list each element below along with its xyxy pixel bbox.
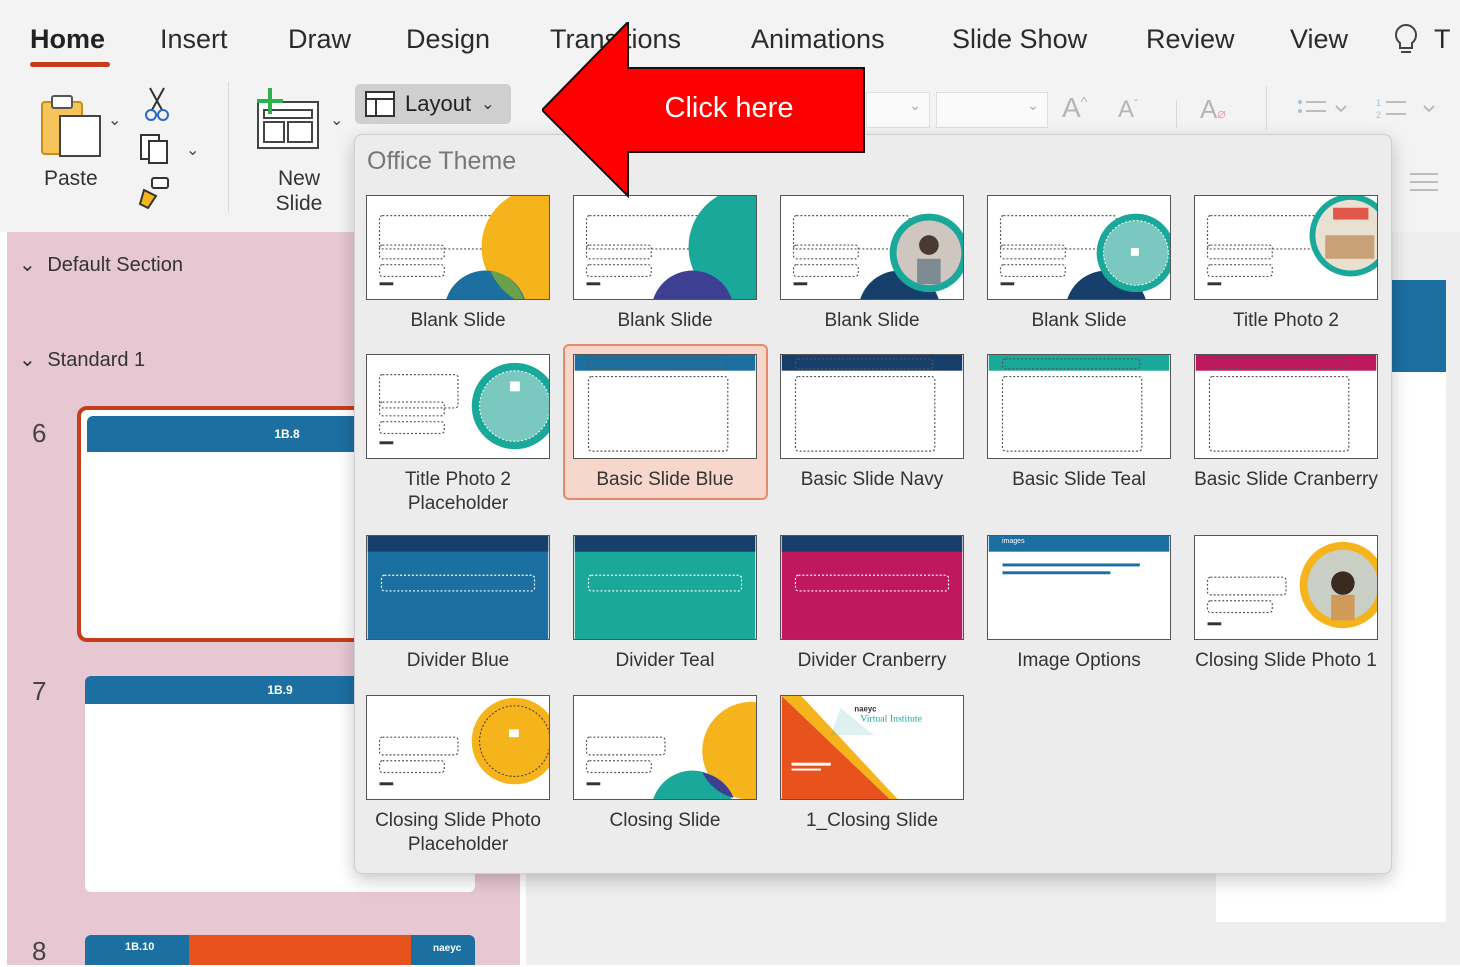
format-painter-icon[interactable] [138, 176, 172, 217]
layout-icon [365, 91, 395, 117]
slide-number: 7 [32, 676, 47, 706]
layout-thumbnail [366, 695, 550, 800]
layout-thumbnail [1194, 195, 1378, 300]
layout-thumbnail [987, 354, 1171, 459]
layout-name: Divider Cranberry [797, 650, 947, 671]
align-icon[interactable] [1408, 170, 1440, 203]
slide-number: 6 [32, 418, 47, 448]
layout-thumbnail [780, 354, 964, 459]
decrease-font-icon[interactable]: Aˇ [1118, 96, 1138, 124]
image-options-header: images [1002, 538, 1025, 545]
layout-thumbnail: naeyc Virtual Institute [780, 695, 964, 800]
layout-name: Blank Slide [410, 310, 506, 331]
tab-design[interactable]: Design [406, 24, 490, 55]
section-label: Default Section [47, 254, 183, 276]
slide-tag: 1B.10 [125, 941, 155, 953]
svg-text:1: 1 [1376, 98, 1381, 108]
layout-thumbnail [366, 354, 550, 459]
tell-me-label[interactable]: T [1434, 24, 1451, 55]
brand-naeyc: naeyc [854, 705, 877, 714]
tab-draw[interactable]: Draw [288, 24, 351, 55]
layout-thumbnail [573, 695, 757, 800]
numbering-icon[interactable]: 12 [1376, 96, 1440, 131]
chevron-down-icon: ⌄ [19, 349, 36, 371]
gallery-title: Office Theme [367, 147, 517, 175]
layout-gallery-panel: Office Theme Blank Slide Blank Slide Blank… [354, 134, 1392, 874]
section-standard[interactable]: ⌄ Standard 1 [19, 347, 145, 372]
layout-button[interactable]: Layout ⌄ [355, 84, 511, 124]
layout-thumbnail [780, 535, 964, 640]
tab-home[interactable]: Home [30, 24, 105, 55]
cut-icon[interactable] [142, 86, 172, 127]
brand-label: naeyc [433, 943, 462, 954]
tab-view[interactable]: View [1290, 24, 1348, 55]
increase-font-icon[interactable]: A^ [1062, 92, 1087, 124]
layout-name: Blank Slide [617, 310, 713, 331]
tab-slide-show[interactable]: Slide Show [952, 24, 1087, 55]
active-tab-underline [30, 62, 110, 67]
paste-label[interactable]: Paste [44, 166, 98, 191]
slide-number: 8 [32, 936, 47, 966]
layout-thumbnail [1194, 354, 1378, 459]
layout-thumbnail [573, 535, 757, 640]
ribbon-separator [1266, 86, 1267, 130]
layout-thumbnail [573, 195, 757, 300]
layout-thumbnail [1194, 535, 1378, 640]
layout-name: Blank Slide [824, 310, 920, 331]
layout-thumbnail [366, 535, 550, 640]
ribbon-separator [1176, 100, 1177, 128]
slide-thumbnail-8[interactable]: 1B.10 naeyc [85, 935, 475, 965]
font-size-dropdown[interactable]: ⌄ [936, 92, 1048, 128]
new-slide-icon[interactable] [252, 88, 322, 159]
lightbulb-icon[interactable] [1392, 22, 1420, 63]
bullets-icon[interactable] [1296, 96, 1356, 131]
layout-label: Layout [405, 91, 472, 116]
paste-icon[interactable] [38, 92, 104, 167]
section-label: Standard 1 [47, 349, 146, 371]
layout-name: Basic Slide Teal [1012, 469, 1146, 490]
layout-name: Closing Slide Photo Placeholder [375, 810, 541, 855]
layout-name: Image Options [1017, 650, 1141, 671]
paste-chevron-icon[interactable]: ⌄ [108, 110, 121, 130]
tab-insert[interactable]: Insert [160, 24, 228, 55]
layout-name: Title Photo 2 [1233, 310, 1339, 331]
new-slide-chevron-icon[interactable]: ⌄ [330, 110, 343, 130]
layout-name: Title Photo 2 Placeholder [405, 469, 511, 514]
click-here-label: Click here [664, 92, 794, 124]
layout-chevron-icon: ⌄ [481, 96, 495, 113]
section-default[interactable]: ⌄ Default Section [19, 252, 183, 277]
copy-icon[interactable] [138, 132, 172, 171]
layout-name: Basic Slide Cranberry [1194, 469, 1378, 490]
ribbon-separator [228, 82, 229, 212]
layout-thumbnail [780, 195, 964, 300]
clear-format-icon[interactable]: A⌀ [1200, 94, 1226, 125]
layout-name: 1_Closing Slide [805, 810, 939, 831]
layout-thumbnail [573, 354, 757, 459]
layout-name: Basic Slide Blue [596, 469, 734, 490]
layout-name: Closing Slide Photo 1 [1195, 650, 1377, 671]
layout-thumbnail [987, 195, 1171, 300]
font-name-dropdown[interactable]: ⌄ [866, 92, 930, 128]
layout-name: Divider Teal [615, 650, 715, 671]
brand-virtual-institute: Virtual Institute [860, 714, 922, 725]
layout-name: Divider Blue [406, 650, 510, 671]
copy-chevron-icon[interactable]: ⌄ [186, 140, 199, 160]
new-slide-label[interactable]: New Slide [262, 166, 336, 216]
layout-name: Basic Slide Navy [800, 469, 944, 490]
layout-name: Blank Slide [1031, 310, 1127, 331]
layout-thumbnail [366, 195, 550, 300]
svg-text:2: 2 [1376, 110, 1381, 120]
chevron-down-icon: ⌄ [19, 254, 36, 276]
tab-review[interactable]: Review [1146, 24, 1235, 55]
layout-thumbnail: images [987, 535, 1171, 640]
layout-name: Closing Slide [609, 810, 721, 831]
